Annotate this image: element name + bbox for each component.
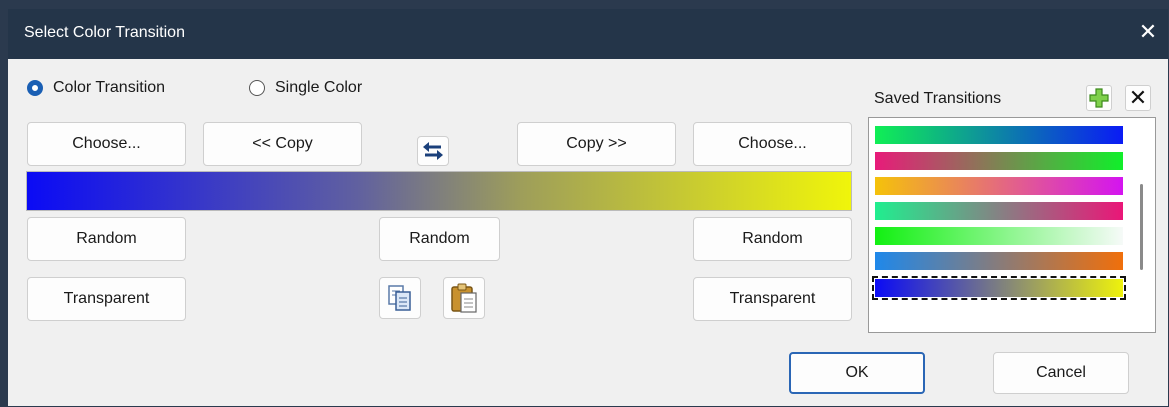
saved-transition-swatch[interactable] [875,227,1123,245]
copy-left-button[interactable]: << Copy [203,122,362,166]
saved-transitions-list [868,117,1156,333]
saved-transition-swatch[interactable] [875,177,1123,195]
dialog-title: Select Color Transition [24,24,185,41]
paste-transition-button[interactable] [443,277,485,319]
random-end-button[interactable]: Random [693,217,852,261]
radio-label: Color Transition [53,79,166,96]
choose-start-color-button[interactable]: Choose... [27,122,186,166]
saved-transition-swatch[interactable] [875,202,1123,220]
close-icon[interactable]: ✕ [1136,20,1160,44]
swap-arrows-icon [423,142,443,160]
random-transition-button[interactable]: Random [379,217,500,261]
saved-transition-swatch-selected[interactable] [872,276,1126,300]
radio-unselected-icon [249,80,265,96]
copy-transition-button[interactable] [379,277,421,319]
copy-right-button[interactable]: Copy >> [517,122,676,166]
plus-icon [1089,88,1109,108]
title-bar: Select Color Transition ✕ [8,9,1168,59]
saved-transition-swatch[interactable] [875,252,1123,270]
transparent-end-button[interactable]: Transparent [693,277,852,321]
saved-transition-swatch[interactable] [875,126,1123,144]
radio-label: Single Color [275,79,363,96]
list-scrollbar[interactable] [1140,184,1143,270]
choose-end-color-button[interactable]: Choose... [693,122,852,166]
radio-single-color[interactable]: Single Color [249,79,362,97]
cancel-button[interactable]: Cancel [993,352,1129,394]
delete-transition-button[interactable]: ✕ [1125,85,1151,111]
copy-icon [388,285,411,311]
random-start-button[interactable]: Random [27,217,186,261]
saved-transition-swatch[interactable] [875,152,1123,170]
dialog-window: Select Color Transition ✕ Color Transiti… [7,8,1169,407]
transparent-start-button[interactable]: Transparent [27,277,186,321]
add-transition-button[interactable] [1086,85,1112,111]
ok-button[interactable]: OK [789,352,925,394]
swap-colors-button[interactable] [417,136,449,166]
saved-transitions-label: Saved Transitions [874,90,1002,107]
paste-icon [451,283,477,313]
gradient-preview [26,171,852,211]
radio-selected-icon [27,80,43,96]
radio-color-transition[interactable]: Color Transition [27,79,165,97]
